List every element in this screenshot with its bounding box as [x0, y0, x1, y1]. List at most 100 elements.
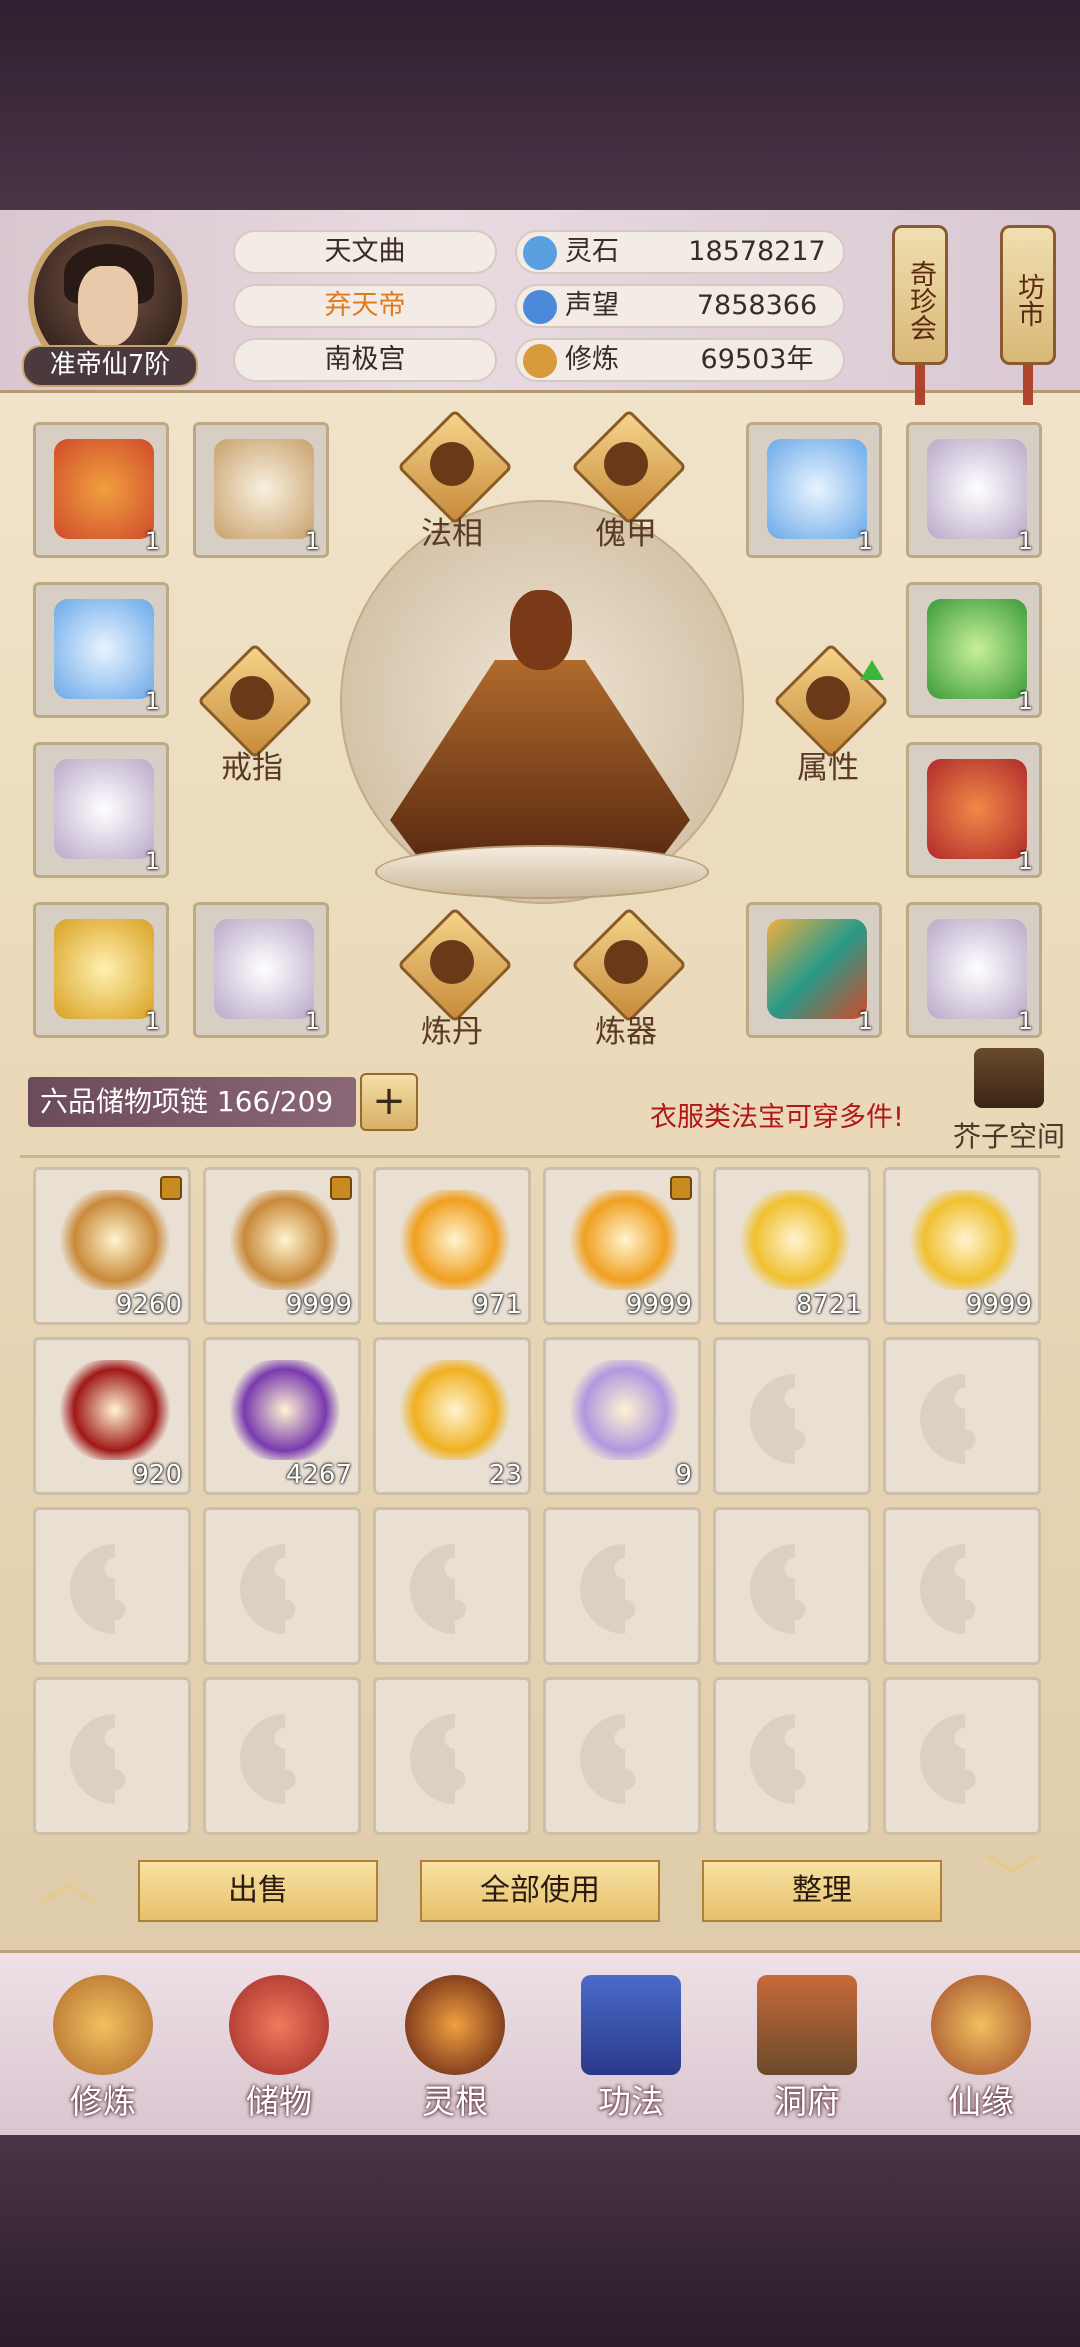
nav-spirit-root[interactable]: 灵根: [380, 1975, 530, 2125]
yin-yang-placeholder-icon: [750, 1714, 840, 1804]
item-count: 9260: [115, 1290, 182, 1320]
sell-button[interactable]: 出售: [138, 1860, 378, 1922]
equipment-slot[interactable]: 1: [193, 422, 329, 558]
mask-icon: [604, 442, 648, 486]
equipment-slot[interactable]: 1: [906, 902, 1042, 1038]
yin-yang-placeholder-icon: [240, 1714, 330, 1804]
nav-cave-mansion[interactable]: 洞府: [732, 1975, 882, 2125]
spirit-root-icon: [405, 1975, 505, 2075]
tassel-decoration: [915, 365, 925, 405]
cultivate-icon: [53, 1975, 153, 2075]
equipment-slot[interactable]: 1: [33, 902, 169, 1038]
yin-yang-placeholder-icon: [750, 1374, 840, 1464]
inventory-cell[interactable]: 9: [543, 1337, 701, 1495]
storage-bag-header: 六品储物项链 166/209: [28, 1077, 356, 1127]
item-count: 9999: [965, 1290, 1032, 1320]
tassel-decoration: [1023, 365, 1033, 405]
inventory-cell[interactable]: 9260: [33, 1167, 191, 1325]
equipment-slot[interactable]: 1: [746, 902, 882, 1038]
inventory-cell-empty[interactable]: [883, 1337, 1041, 1495]
equipment-slot[interactable]: 1: [746, 422, 882, 558]
title-2[interactable]: 弃天帝: [233, 284, 497, 328]
equipment-slot[interactable]: 1: [193, 902, 329, 1038]
equipment-slot[interactable]: 1: [906, 582, 1042, 718]
inventory-cell-empty[interactable]: [713, 1337, 871, 1495]
expand-bag-button[interactable]: +: [360, 1073, 418, 1131]
item-count: 1: [857, 1007, 873, 1035]
equipment-slot[interactable]: 1: [906, 422, 1042, 558]
inventory-cell-empty[interactable]: [883, 1507, 1041, 1665]
inventory-cell-empty[interactable]: [713, 1507, 871, 1665]
item-count: 4267: [285, 1460, 352, 1490]
spirit-stone-icon: [523, 236, 557, 270]
mustard-space-button[interactable]: 芥子空间: [944, 1115, 1074, 1155]
equipment-slot[interactable]: 1: [33, 742, 169, 878]
inventory-item-icon: [570, 1190, 680, 1290]
meditation-icon: [430, 442, 474, 486]
yin-yang-placeholder-icon: [580, 1714, 670, 1804]
avatar-face: [78, 266, 138, 346]
title-1[interactable]: 天文曲: [233, 230, 497, 274]
alchemy-button[interactable]: 炼丹: [392, 907, 513, 1050]
nav-cultivate[interactable]: 修炼: [28, 1975, 178, 2125]
sort-button[interactable]: 整理: [702, 1860, 942, 1922]
equipment-item: [214, 439, 314, 539]
dharma-form-label: 法相: [421, 516, 483, 552]
ring-button[interactable]: 戒指: [192, 643, 313, 786]
scroll-down-arrow-icon[interactable]: ﹀: [972, 1854, 1052, 1910]
inventory-item-icon: [910, 1190, 1020, 1290]
inventory-cell[interactable]: 23: [373, 1337, 531, 1495]
inventory-cell[interactable]: 8721: [713, 1167, 871, 1325]
inventory-cell[interactable]: 9999: [883, 1167, 1041, 1325]
inventory-cell[interactable]: 971: [373, 1167, 531, 1325]
dharma-form-button[interactable]: 法相: [392, 409, 513, 552]
treasure-fair-button[interactable]: 奇珍会: [892, 225, 948, 365]
item-count: 9: [675, 1460, 692, 1490]
market-button[interactable]: 坊市: [1000, 225, 1056, 365]
inventory-cell-empty[interactable]: [33, 1507, 191, 1665]
equipment-slot[interactable]: 1: [33, 582, 169, 718]
item-count: 1: [304, 527, 320, 555]
inventory-cell-empty[interactable]: [203, 1677, 361, 1835]
equipment-slot[interactable]: 1: [33, 422, 169, 558]
anvil-icon: [604, 940, 648, 984]
yin-yang-placeholder-icon: [410, 1714, 500, 1804]
item-count: 920: [132, 1460, 182, 1490]
title-3[interactable]: 南极宫: [233, 338, 497, 382]
nav-label: 修炼: [70, 2082, 136, 2121]
inventory-cell[interactable]: 9999: [203, 1167, 361, 1325]
use-all-button[interactable]: 全部使用: [420, 1860, 660, 1922]
inventory-cell[interactable]: 9999: [543, 1167, 701, 1325]
top-frame: [0, 0, 1080, 210]
attributes-button[interactable]: 属性: [768, 643, 889, 786]
resource-value: 69503年: [700, 344, 814, 375]
inventory-cell-empty[interactable]: [713, 1677, 871, 1835]
attributes-label: 属性: [797, 750, 859, 786]
puppet-armor-button[interactable]: 傀甲: [566, 409, 687, 552]
nav-storage[interactable]: 储物: [204, 1975, 354, 2125]
inventory-cell-empty[interactable]: [33, 1677, 191, 1835]
inventory-item-icon: [230, 1360, 340, 1460]
inventory-cell[interactable]: 4267: [203, 1337, 361, 1495]
inventory-cell[interactable]: 920: [33, 1337, 191, 1495]
upgrade-arrow-icon: [860, 660, 884, 680]
inventory-cell-empty[interactable]: [543, 1677, 701, 1835]
forging-button[interactable]: 炼器: [566, 907, 687, 1050]
inventory-cell-empty[interactable]: [203, 1507, 361, 1665]
inventory-cell-empty[interactable]: [373, 1507, 531, 1665]
nav-technique[interactable]: 功法: [556, 1975, 706, 2125]
resource-label: 灵石: [565, 236, 619, 267]
ring-icon: [230, 676, 274, 720]
nav-immortal-fate[interactable]: 仙缘: [906, 1975, 1056, 2125]
yin-yang-placeholder-icon: [70, 1544, 160, 1634]
resource-spirit-stone: 灵石 18578217: [515, 230, 845, 274]
equipment-slot[interactable]: 1: [906, 742, 1042, 878]
inventory-cell-empty[interactable]: [883, 1677, 1041, 1835]
equipment-item: [214, 919, 314, 1019]
inventory-cell-empty[interactable]: [373, 1677, 531, 1835]
treasure-chest-icon[interactable]: [974, 1048, 1044, 1108]
scroll-up-arrow-icon[interactable]: ︿: [28, 1854, 108, 1910]
bag-name: 六品储物项链: [40, 1085, 209, 1118]
inventory-cell-empty[interactable]: [543, 1507, 701, 1665]
resource-label: 声望: [565, 290, 619, 321]
